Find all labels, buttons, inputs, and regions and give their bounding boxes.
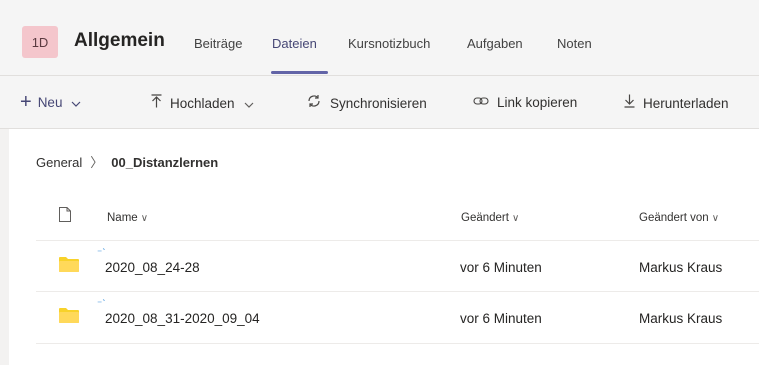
tab-kursnotizbuch[interactable]: Kursnotizbuch	[348, 36, 430, 51]
download-button-label: Herunterladen	[643, 95, 729, 111]
active-tab-indicator	[271, 71, 328, 74]
modified-by-value: Markus Kraus	[639, 311, 723, 326]
upload-button[interactable]: Hochladen	[151, 94, 254, 112]
link-icon	[473, 94, 489, 111]
folder-icon	[59, 308, 79, 323]
modified-value: vor 6 Minuten	[460, 311, 542, 326]
channel-title: Allgemein	[74, 30, 165, 51]
folder-icon	[59, 257, 79, 272]
column-header-name-label: Name	[107, 212, 138, 224]
chevron-down-icon: ∨	[511, 213, 520, 224]
breadcrumb-current: 00_Distanzlernen	[111, 155, 219, 170]
chevron-right-icon: 〉	[90, 155, 104, 170]
tab-beitraege[interactable]: Beiträge	[194, 36, 242, 51]
upload-button-label: Hochladen	[170, 95, 235, 111]
column-header-modified-label: Geändert	[461, 212, 509, 224]
tab-aufgaben[interactable]: Aufgaben	[467, 36, 523, 51]
modified-by-value: Markus Kraus	[639, 260, 723, 275]
tab-dateien[interactable]: Dateien	[272, 36, 317, 51]
column-header-modified-by-label: Geändert von	[639, 212, 709, 224]
new-button[interactable]: + Neu	[20, 91, 81, 114]
syncing-icon: ⁻ˋ	[97, 299, 106, 310]
files-toolbar: + Neu Hochladen Synchronisieren Link kop…	[0, 76, 759, 129]
sync-icon	[306, 94, 322, 112]
download-button[interactable]: Herunterladen	[624, 94, 729, 112]
breadcrumb: General 〉 00_Distanzlernen	[36, 152, 218, 171]
chevron-down-icon	[244, 96, 254, 111]
column-header-modified[interactable]: Geändert ∨	[461, 212, 519, 224]
column-header-modified-by[interactable]: Geändert von ∨	[639, 212, 719, 224]
column-header-name[interactable]: Name ∨	[107, 212, 148, 224]
row-divider	[36, 343, 759, 344]
file-type-icon	[59, 207, 71, 222]
tab-noten[interactable]: Noten	[557, 36, 592, 51]
breadcrumb-root[interactable]: General	[36, 155, 82, 170]
upload-icon	[151, 94, 162, 112]
download-icon	[624, 94, 635, 112]
row-divider	[36, 240, 759, 241]
chevron-down-icon	[71, 95, 81, 110]
new-button-label: Neu	[37, 95, 63, 110]
chevron-down-icon: ∨	[140, 213, 149, 224]
team-avatar[interactable]: 1D	[22, 26, 58, 58]
file-name[interactable]: 2020_08_31-2020_09_04	[105, 311, 260, 326]
copy-link-button[interactable]: Link kopieren	[473, 94, 577, 111]
chevron-down-icon: ∨	[711, 213, 720, 224]
file-name[interactable]: 2020_08_24-28	[105, 260, 200, 275]
modified-value: vor 6 Minuten	[460, 260, 542, 275]
plus-icon: +	[20, 91, 32, 113]
sync-button-label: Synchronisieren	[330, 95, 427, 111]
syncing-icon: ⁻ˋ	[97, 248, 106, 259]
copy-link-button-label: Link kopieren	[497, 95, 578, 110]
channel-header: 1D Allgemein Beiträge Dateien Kursnotizb…	[0, 0, 759, 76]
row-divider	[36, 291, 759, 292]
sync-button[interactable]: Synchronisieren	[306, 94, 427, 112]
